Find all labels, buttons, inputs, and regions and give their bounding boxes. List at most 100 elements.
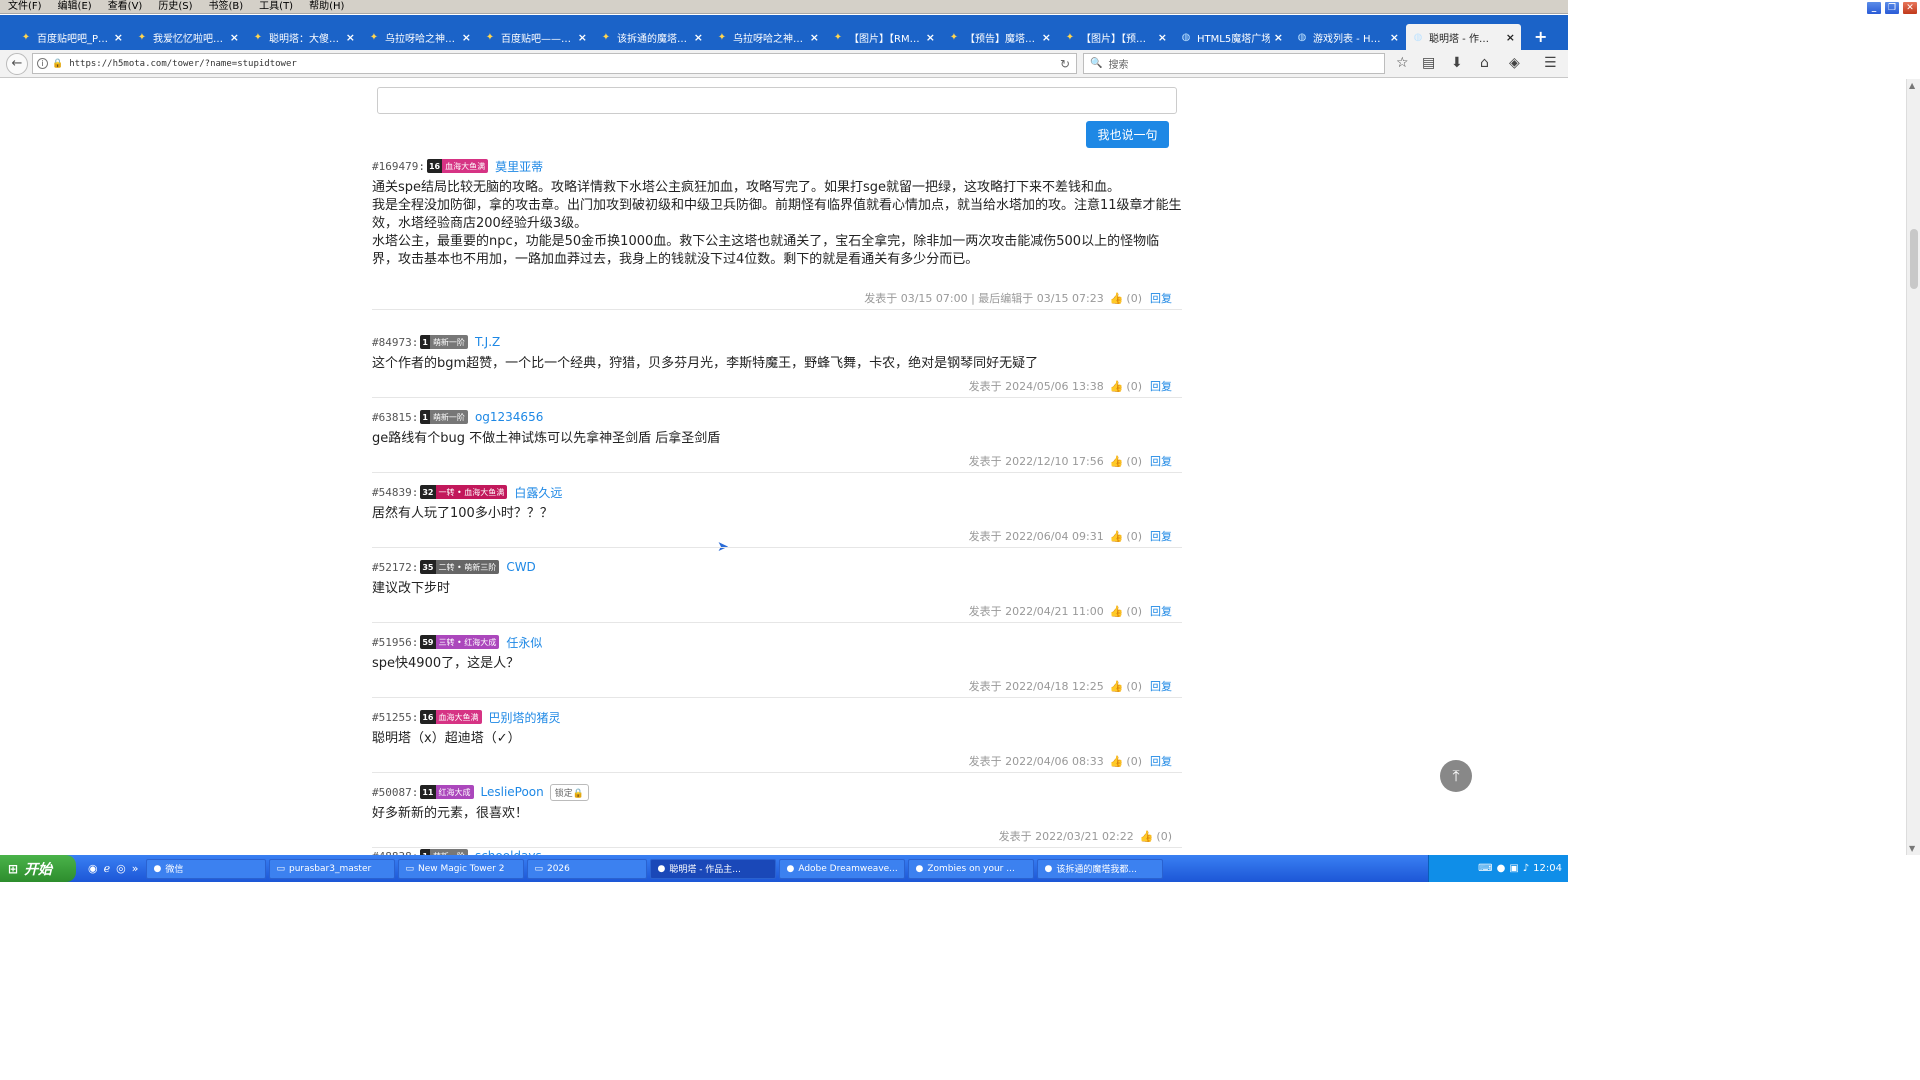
more-icon[interactable]: » — [132, 862, 139, 875]
thumbs-up-icon[interactable]: 👍 — [1110, 292, 1124, 305]
reply-link[interactable]: 回复 — [1150, 292, 1172, 305]
menu-item[interactable]: 工具(T) — [251, 0, 301, 14]
thumbs-up-icon[interactable]: 👍 — [1110, 755, 1124, 768]
url-bar[interactable]: i 🔒 https://h5mota.com/tower/?name=stupi… — [32, 53, 1077, 74]
info-icon[interactable]: i — [37, 58, 48, 69]
tab-close-icon[interactable]: × — [1390, 31, 1399, 44]
username-link[interactable]: CWD — [506, 560, 535, 574]
thumbs-up-icon[interactable]: 👍 — [1110, 605, 1124, 618]
tab-close-icon[interactable]: × — [694, 31, 703, 44]
browser-tab[interactable]: ✦ 该拆通的魔塔… × — [594, 24, 709, 50]
taskbar-item[interactable]: ● Zombies on your ... — [908, 858, 1035, 879]
browser-tab[interactable]: ✦ 百度贴吧——… × — [478, 24, 593, 50]
menu-item[interactable]: 历史(S) — [150, 0, 200, 14]
browser-tab[interactable]: ✦ 乌拉呀哈之神… × — [710, 24, 825, 50]
download-icon[interactable]: ⬇ — [1451, 55, 1463, 71]
taskbar-item[interactable]: ● 微信 — [146, 858, 267, 879]
browser-tab[interactable]: ◍ 聪明塔 - 作… × — [1406, 24, 1521, 50]
tab-close-icon[interactable]: × — [462, 31, 471, 44]
taskbar-item[interactable]: ● 该拆通的魔塔我都... — [1037, 858, 1164, 879]
username-link[interactable]: 白露久远 — [514, 484, 562, 501]
tab-close-icon[interactable]: × — [1042, 31, 1051, 44]
reply-link[interactable]: 回复 — [1150, 380, 1172, 393]
taskbar-item[interactable]: ● 聪明塔 - 作品主... — [650, 858, 777, 879]
tab-close-icon[interactable]: × — [926, 31, 935, 44]
thumbs-up-icon[interactable]: 👍 — [1110, 455, 1124, 468]
taskbar-item[interactable]: ▭ purasbar3_master — [269, 858, 396, 879]
thumbs-up-icon[interactable]: 👍 — [1110, 530, 1124, 543]
comment-item: #52172: 35 二转 • 萌新三阶 CWD 建议改下步时 发表于 2022/04/2… — [372, 558, 1182, 623]
search-input[interactable]: 🔍 搜索 — [1083, 53, 1385, 74]
reply-link[interactable]: 回复 — [1150, 530, 1172, 543]
browser-tab[interactable]: ✦ 百度贴吧吧_P… × — [14, 24, 129, 50]
scroll-down-icon[interactable]: ▼ — [1909, 844, 1915, 853]
taskbar-item[interactable]: ▭ New Magic Tower 2 — [398, 858, 525, 879]
browser-tab[interactable]: ◍ 游戏列表 - H… × — [1290, 24, 1405, 50]
tab-close-icon[interactable]: × — [578, 31, 587, 44]
volume-icon[interactable]: ♪ — [1523, 863, 1529, 874]
start-button[interactable]: ⊞ 开始 — [0, 855, 76, 882]
thumbs-up-icon[interactable]: 👍 — [1110, 380, 1124, 393]
username-link[interactable]: LesliePoon — [481, 785, 544, 799]
menu-item[interactable]: 书签(B) — [201, 0, 252, 14]
tab-close-icon[interactable]: × — [1158, 31, 1167, 44]
taskbar-item[interactable]: ▭ 2026 — [527, 858, 648, 879]
reload-icon[interactable]: ↻ — [1060, 57, 1070, 71]
thumbs-up-icon[interactable]: 👍 — [1110, 680, 1124, 693]
tab-close-icon[interactable]: × — [230, 31, 239, 44]
home-icon[interactable]: ⌂ — [1480, 55, 1489, 71]
reply-link[interactable]: 回复 — [1150, 680, 1172, 693]
taskbar-item[interactable]: ● Adobe Dreamweave... — [779, 858, 906, 879]
reply-link[interactable]: 回复 — [1150, 755, 1172, 768]
back-button[interactable]: ← — [6, 52, 28, 75]
reading-list-icon[interactable]: ▤ — [1422, 55, 1435, 71]
username-link[interactable]: og1234656 — [475, 410, 543, 424]
menu-icon[interactable]: ☰ — [1544, 55, 1557, 71]
browser-tab[interactable]: ◍ HTML5魔塔广场 × — [1174, 24, 1289, 50]
menu-item[interactable]: 编辑(E) — [50, 0, 100, 14]
submit-comment-button[interactable]: 我也说一句 — [1086, 121, 1169, 148]
browser-tab[interactable]: ✦ 聪明塔：大傻… × — [246, 24, 361, 50]
scrollbar-thumb[interactable] — [1910, 229, 1918, 289]
menu-item[interactable]: 查看(V) — [100, 0, 151, 14]
reply-link[interactable]: 回复 — [1150, 455, 1172, 468]
browser-tab[interactable]: ✦ 【图片】【预… × — [1058, 24, 1173, 50]
close-icon[interactable]: ✕ — [1902, 1, 1918, 15]
clock[interactable]: 12:04 — [1533, 863, 1562, 874]
lock-button[interactable]: 锁定🔒 — [549, 783, 589, 801]
tab-close-icon[interactable]: × — [346, 31, 355, 44]
menu-item[interactable]: 帮助(H) — [301, 0, 352, 14]
desktop-icon[interactable]: ◉ — [88, 862, 98, 875]
star-icon[interactable]: ☆ — [1396, 55, 1409, 71]
username-link[interactable]: 巴别塔的猪灵 — [489, 709, 561, 726]
ie-icon[interactable]: ℯ — [104, 862, 111, 875]
network-icon[interactable]: ▣ — [1509, 863, 1518, 874]
thumbs-up-icon[interactable]: 👍 — [1140, 830, 1154, 843]
browser-tab[interactable]: ✦ 我爱忆忆啦吧… × — [130, 24, 245, 50]
keyboard-icon[interactable]: ⌨ — [1478, 863, 1492, 874]
back-to-top-button[interactable]: ⤒ — [1440, 760, 1472, 792]
restore-icon[interactable]: ❐ — [1884, 1, 1900, 15]
tab-close-icon[interactable]: × — [810, 31, 819, 44]
username-link[interactable]: 莫里亚蒂 — [495, 158, 543, 175]
browser-tab[interactable]: ✦ 【预告】魔塔… × — [942, 24, 1057, 50]
minimize-icon[interactable]: _ — [1866, 1, 1882, 15]
scroll-up-icon[interactable]: ▲ — [1909, 81, 1915, 90]
scrollbar[interactable]: ▲ ▼ — [1906, 79, 1920, 855]
tab-title: 【图片】【预… — [1081, 33, 1146, 45]
browser-tab[interactable]: ✦ 乌拉呀哈之神… × — [362, 24, 477, 50]
username-link[interactable]: 任永似 — [506, 634, 542, 651]
url-text[interactable]: https://h5mota.com/tower/?name=stupidtow… — [69, 59, 297, 69]
qq-icon[interactable]: ● — [1497, 863, 1506, 874]
username-link[interactable]: T.J.Z — [475, 335, 500, 349]
tab-close-icon[interactable]: × — [1506, 31, 1515, 44]
comment-textarea[interactable] — [377, 87, 1177, 114]
menu-item[interactable]: 文件(F) — [0, 0, 50, 14]
browser-icon[interactable]: ◎ — [116, 862, 126, 875]
pocket-icon[interactable]: ◈ — [1509, 55, 1520, 71]
tab-close-icon[interactable]: × — [114, 31, 123, 44]
reply-link[interactable]: 回复 — [1150, 605, 1172, 618]
new-tab-icon[interactable]: + — [1534, 24, 1547, 50]
tab-close-icon[interactable]: × — [1274, 31, 1283, 44]
browser-tab[interactable]: ✦ 【图片】【RM… × — [826, 24, 941, 50]
